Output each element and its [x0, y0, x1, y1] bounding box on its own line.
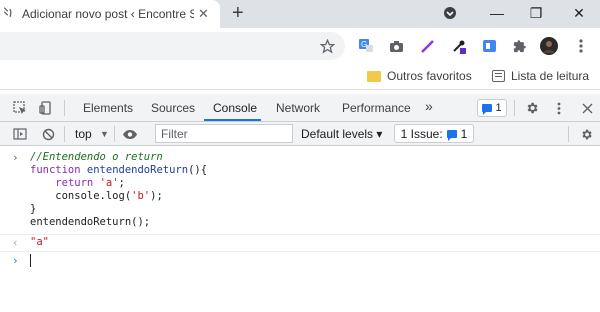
bookmark-label: Lista de leitura [511, 69, 590, 83]
settings-gear-icon[interactable] [524, 100, 540, 116]
reader-extension-icon[interactable] [480, 37, 498, 55]
camera-extension-icon[interactable] [387, 37, 405, 55]
code-line: //Entendendo o return [30, 151, 163, 164]
toolbar-separator [64, 126, 65, 142]
active-prompt-chevron-icon: › [12, 254, 19, 267]
bookmark-folder-outros[interactable]: Outros favoritos [367, 69, 472, 83]
bookmarks-bar: Outros favoritos Lista de leitura [0, 64, 600, 90]
code-token: entendendoReturn(); [30, 216, 151, 228]
bookmark-star-icon[interactable] [318, 37, 336, 55]
folder-icon [367, 70, 381, 82]
address-bar[interactable] [0, 32, 345, 60]
console-message-divider [0, 234, 600, 235]
extensions-puzzle-icon[interactable] [510, 37, 528, 55]
browser-tab[interactable]: Adicionar novo post ‹ Encontre Sol… ✕ [0, 0, 220, 28]
inspect-element-icon[interactable] [12, 100, 28, 116]
restore-button[interactable]: ❐ [525, 2, 547, 24]
tab-elements[interactable]: Elements [83, 101, 133, 115]
code-line: } [30, 203, 36, 216]
sidebar-toggle-icon[interactable] [12, 126, 28, 142]
code-line: return 'a'; [30, 177, 125, 190]
toolbar-separator [568, 126, 569, 142]
pen-extension-icon[interactable] [418, 37, 436, 55]
color-picker-extension-icon[interactable] [450, 37, 468, 55]
console-result: "a" [30, 236, 49, 248]
toolbar-separator [514, 100, 515, 116]
tab-title: Adicionar novo post ‹ Encontre Sol… [22, 7, 194, 21]
tab-favicon-icon [2, 6, 14, 23]
issue-count: 1 [460, 126, 468, 141]
devtools-menu-icon[interactable] [551, 100, 567, 116]
browser-toolbar: G [0, 28, 600, 64]
window-close-button[interactable]: ✕ [568, 2, 590, 24]
devtools-close-icon[interactable] [579, 100, 595, 116]
issues-badge[interactable]: 1 [477, 99, 507, 117]
code-token: 'a' [99, 177, 119, 189]
log-levels-dropdown[interactable]: Default levels ▾ [301, 127, 382, 141]
code-token: console.log( [30, 190, 132, 202]
avatar[interactable] [540, 37, 558, 55]
issues-count: 1 [495, 102, 502, 114]
code-token: 'b' [131, 190, 151, 202]
translate-extension-icon[interactable]: G [357, 37, 375, 55]
console-toolbar: top ▼ Default levels ▾ 1 Issue: 1 [0, 122, 600, 146]
context-dropdown-icon[interactable]: ▼ [100, 129, 109, 139]
browser-menu-icon[interactable] [572, 37, 590, 55]
clear-console-icon[interactable] [40, 126, 56, 142]
console-prompt-input[interactable] [30, 254, 31, 267]
new-tab-button[interactable]: + [232, 2, 244, 24]
filter-input[interactable] [155, 124, 293, 143]
console-output[interactable]: › //Entendendo o return function entenden… [0, 146, 600, 312]
toolbar-separator [114, 126, 115, 142]
code-token: entendendoReturn [86, 164, 189, 176]
console-settings-gear-icon[interactable] [578, 126, 594, 142]
code-token: ); [150, 190, 163, 202]
more-tabs-icon[interactable]: » [425, 98, 433, 114]
console-issues-button[interactable]: 1 Issue: 1 [394, 124, 474, 143]
tab-close-icon[interactable]: ✕ [198, 6, 209, 22]
code-line: entendendoReturn(); [30, 216, 150, 229]
code-token: //Entendendo o return [30, 151, 163, 163]
bookmark-label: Outros favoritos [387, 69, 472, 83]
code-token: function [30, 164, 87, 176]
tab-console[interactable]: Console [213, 101, 257, 115]
reading-list-icon [492, 70, 505, 82]
tab-performance[interactable]: Performance [342, 101, 411, 115]
code-line: console.log('b'); [30, 190, 163, 203]
message-icon [446, 129, 457, 141]
message-icon [482, 104, 493, 115]
console-message-divider [0, 251, 600, 252]
code-token: (){ [188, 164, 208, 176]
devtools-tabbar: Elements Sources Console Network Perform… [0, 94, 600, 122]
minimize-button[interactable]: — [486, 2, 508, 24]
result-chevron-icon: ‹ [12, 236, 19, 249]
live-expression-eye-icon[interactable] [122, 126, 138, 142]
code-token: ; [118, 177, 125, 189]
tab-network[interactable]: Network [276, 101, 320, 115]
bookmark-reading-list[interactable]: Lista de leitura [492, 69, 589, 83]
tab-sources[interactable]: Sources [151, 101, 195, 115]
input-prompt-chevron-icon: › [12, 151, 19, 164]
tab-strip: Adicionar novo post ‹ Encontre Sol… ✕ + … [0, 0, 600, 28]
issue-label: 1 Issue: [400, 126, 443, 141]
device-toolbar-icon[interactable] [38, 100, 54, 116]
toolbar-separator [64, 100, 65, 116]
code-token: } [30, 203, 37, 215]
code-token: return [55, 177, 100, 189]
profile-menu-icon[interactable] [439, 2, 461, 24]
active-tab-indicator [204, 119, 261, 121]
context-select[interactable]: top [75, 127, 92, 141]
code-line: function entendendoReturn(){ [30, 164, 207, 177]
